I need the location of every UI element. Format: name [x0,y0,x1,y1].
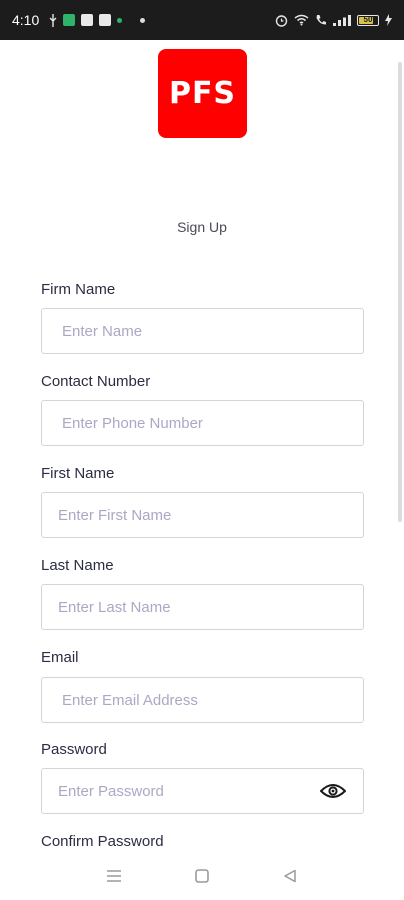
status-bar: 4:10 50 [0,0,404,40]
first-name-field[interactable] [41,492,364,538]
email-field[interactable] [41,677,364,723]
eye-icon [320,784,346,798]
confirm-password-label: Confirm Password [41,833,164,850]
battery-level: 50 [363,14,373,24]
battery-icon: 50 [357,14,379,26]
signal-icon [333,14,351,26]
password-label: Password [41,741,107,758]
wifi-icon [294,14,309,26]
first-name-label: First Name [41,465,115,482]
status-system-icons: 50 [275,14,392,27]
menu-icon [107,870,121,882]
logo-text: PFS [168,76,237,111]
first-name-input[interactable] [58,506,343,524]
nav-back-button[interactable] [275,861,305,891]
firm-name-label: Firm Name [41,281,116,298]
alarm-icon [275,14,288,27]
page-title: Sign Up [177,219,227,235]
contact-number-input[interactable] [62,414,343,432]
back-triangle-icon [284,869,296,883]
password-visibility-toggle[interactable] [319,781,347,801]
usb-icon [49,13,57,27]
notification-dot-icon [117,17,123,23]
nav-menu-button[interactable] [99,861,129,891]
charging-icon [385,14,392,26]
app-logo: PFS [158,49,247,138]
status-time: 4:10 [12,12,40,28]
app-notification-icon [63,14,76,26]
call-icon [316,15,326,25]
linkedin-icon [99,14,112,26]
firm-name-field[interactable] [41,308,364,354]
nav-home-button[interactable] [187,861,217,891]
last-name-label: Last Name [41,557,114,574]
last-name-field[interactable] [41,584,364,630]
home-square-icon [195,869,209,883]
status-notification-icons [49,13,146,27]
email-input[interactable] [62,691,343,709]
password-input[interactable] [58,782,307,800]
last-name-input[interactable] [58,598,343,616]
contact-number-field[interactable] [41,400,364,446]
scrollbar[interactable] [398,62,402,522]
system-nav-bar [0,852,404,900]
contact-number-label: Contact Number [41,373,151,390]
more-notifications-icon [140,17,146,23]
password-field[interactable] [41,768,364,814]
firm-name-input[interactable] [62,322,343,340]
app-notification-icon [81,14,94,26]
email-label: Email [41,649,79,666]
